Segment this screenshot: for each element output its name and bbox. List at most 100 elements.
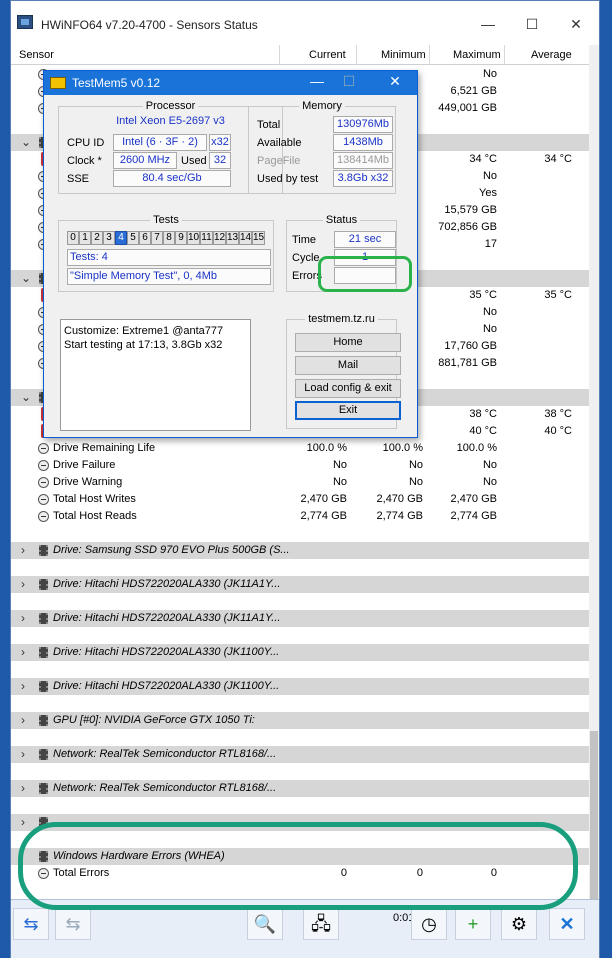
hwinfo-app-icon xyxy=(17,15,33,29)
search-monitor-icon[interactable]: 🔍 xyxy=(247,908,283,940)
sensor-row[interactable]: Drive Remaining Life 100.0 % 100.0 % 100.0 … xyxy=(11,440,589,457)
maximum-value: 2,470 GB xyxy=(450,493,497,505)
maximum-value: 40 °C xyxy=(469,425,497,437)
col-sensor[interactable]: Sensor xyxy=(19,49,54,61)
chevron-right-icon[interactable]: › xyxy=(21,679,25,693)
status-legend: Status xyxy=(322,214,361,226)
test-cell: 6 xyxy=(139,231,151,245)
sensor-row[interactable]: Drive Failure No No No xyxy=(11,457,589,474)
sensor-group-row[interactable]: › Drive: Hitachi HDS722020ALA330 (JK1100Y… xyxy=(11,678,589,695)
memory-group: Memory Total 130976Mb Available 1438Mb P… xyxy=(248,100,396,194)
maximum-value: Yes xyxy=(479,187,497,199)
maximize-button[interactable]: ☐ xyxy=(509,13,555,35)
vertical-scrollbar[interactable] xyxy=(589,45,599,911)
navigate-disabled-icon: ⇆ xyxy=(55,908,91,940)
col-average[interactable]: Average xyxy=(531,49,572,61)
group-label: Drive: Hitachi HDS722020ALA330 (JK11A1Y.… xyxy=(53,612,281,624)
scrollbar-thumb[interactable] xyxy=(590,731,598,911)
chevron-right-icon[interactable]: › xyxy=(21,747,25,761)
minimize-button[interactable]: — xyxy=(465,13,511,35)
sensor-row[interactable]: Total Host Reads 2,774 GB 2,774 GB 2,774 GB xyxy=(11,508,589,525)
chevron-down-icon[interactable]: ⌄ xyxy=(21,390,31,404)
memory-chip-icon xyxy=(50,77,66,89)
chevron-right-icon[interactable]: › xyxy=(21,713,25,727)
sensor-group-row[interactable]: › Drive: Hitachi HDS722020ALA330 (JK11A1Y… xyxy=(11,576,589,593)
minimum-value: No xyxy=(408,459,423,471)
used-value: 32 xyxy=(209,152,231,169)
chevron-right-icon[interactable]: › xyxy=(21,781,25,795)
sensor-group-row[interactable]: › Network: RealTek Semiconductor RTL8168/… xyxy=(11,780,589,797)
row-spacer xyxy=(11,763,589,780)
test-cell: 8 xyxy=(163,231,175,245)
sensor-group-row[interactable]: › Drive: Samsung SSD 970 EVO Plus 500GB (… xyxy=(11,542,589,559)
close-x-icon[interactable]: ✕ xyxy=(549,908,585,940)
sensor-row[interactable]: Total Host Writes 2,470 GB 2,470 GB 2,470 G… xyxy=(11,491,589,508)
pagefile-label: PageFile xyxy=(257,155,301,167)
cycle-label: Cycle xyxy=(292,252,320,264)
available-value: 1438Mb xyxy=(333,134,393,151)
navigate-arrows-icon[interactable]: ⇆ xyxy=(13,908,49,940)
row-spacer xyxy=(11,661,589,678)
test-cells: 0 1 2 3 4 5 6 7 8 9 10 11 12 13 14 15 xyxy=(67,231,273,245)
maximum-value: 2,774 GB xyxy=(450,510,497,522)
site-legend: testmem.tz.ru xyxy=(305,313,378,325)
chevron-right-icon[interactable]: › xyxy=(21,577,25,591)
available-label: Available xyxy=(257,137,302,149)
maximum-value: 449,001 GB xyxy=(438,102,497,114)
chevron-right-icon[interactable]: › xyxy=(21,543,25,557)
group-label: GPU [#0]: NVIDIA GeForce GTX 1050 Ti: xyxy=(53,714,255,726)
row-spacer xyxy=(11,627,589,644)
test-cell: 15 xyxy=(252,231,265,245)
sensor-group-row[interactable]: › Drive: Hitachi HDS722020ALA330 (JK11A1Y… xyxy=(11,610,589,627)
network-icon[interactable]: 🖧 xyxy=(303,908,339,940)
load-config-exit-button[interactable]: Load config & exit xyxy=(295,379,401,398)
close-button[interactable]: ✕ xyxy=(553,13,599,35)
sensor-row[interactable]: Drive Warning No No No xyxy=(11,474,589,491)
add-report-icon[interactable]: + xyxy=(455,908,491,940)
maximum-value: 881,781 GB xyxy=(438,357,497,369)
col-maximum[interactable]: Maximum xyxy=(453,49,501,61)
testmem-minimize-button[interactable]: — xyxy=(302,73,332,89)
home-button[interactable]: Home xyxy=(295,333,401,352)
chip-icon xyxy=(39,783,48,794)
status-circle-icon xyxy=(38,443,49,454)
row-spacer xyxy=(11,593,589,610)
sensor-label: Total Host Writes xyxy=(53,493,136,505)
time-label: Time xyxy=(292,234,317,246)
clock-icon[interactable]: ◷ xyxy=(411,908,447,940)
sensor-group-row[interactable]: › Network: RealTek Semiconductor RTL8168/… xyxy=(11,746,589,763)
usedby-label: Used by test xyxy=(257,173,319,185)
pagefile-value: 138414Mb xyxy=(333,152,393,169)
chevron-right-icon[interactable]: › xyxy=(21,645,25,659)
sensor-group-row[interactable]: › Drive: Hitachi HDS722020ALA330 (JK1100Y… xyxy=(11,644,589,661)
sensor-group-row[interactable]: › GPU [#0]: NVIDIA GeForce GTX 1050 Ti: xyxy=(11,712,589,729)
window-title: HWiNFO64 v7.20-4700 - Sensors Status xyxy=(41,18,258,32)
group-label: Drive: Hitachi HDS722020ALA330 (JK11A1Y.… xyxy=(53,578,281,590)
sensor-label: Drive Failure xyxy=(53,459,116,471)
testmem-close-button[interactable]: ✕ xyxy=(380,73,410,90)
chevron-right-icon[interactable]: › xyxy=(21,611,25,625)
col-minimum[interactable]: Minimum xyxy=(381,49,426,61)
maximum-value: No xyxy=(482,476,497,488)
current-value: 2,774 GB xyxy=(300,510,347,522)
maximum-value: No xyxy=(482,459,497,471)
chevron-down-icon[interactable]: ⌄ xyxy=(21,271,31,285)
col-current[interactable]: Current xyxy=(309,49,346,61)
maximum-value: 702,856 GB xyxy=(438,221,497,233)
status-circle-icon xyxy=(38,511,49,522)
chevron-down-icon[interactable]: ⌄ xyxy=(21,135,31,149)
minimum-value: 2,470 GB xyxy=(376,493,423,505)
status-circle-icon xyxy=(38,460,49,471)
test-cell: 1 xyxy=(79,231,91,245)
test-cell: 0 xyxy=(67,231,79,245)
gear-icon[interactable]: ⚙ xyxy=(501,908,537,940)
exit-button[interactable]: Exit xyxy=(295,401,401,420)
mail-button[interactable]: Mail xyxy=(295,356,401,375)
test-cell: 10 xyxy=(187,231,200,245)
log-box[interactable]: Customize: Extreme1 @anta777 Start testi… xyxy=(60,319,251,431)
testmem-title: TestMem5 v0.12 xyxy=(72,76,161,90)
chevron-right-icon[interactable]: › xyxy=(21,815,25,829)
average-value: 38 °C xyxy=(544,408,572,420)
test-cell: 2 xyxy=(91,231,103,245)
cpuid-label: CPU ID xyxy=(67,137,105,149)
